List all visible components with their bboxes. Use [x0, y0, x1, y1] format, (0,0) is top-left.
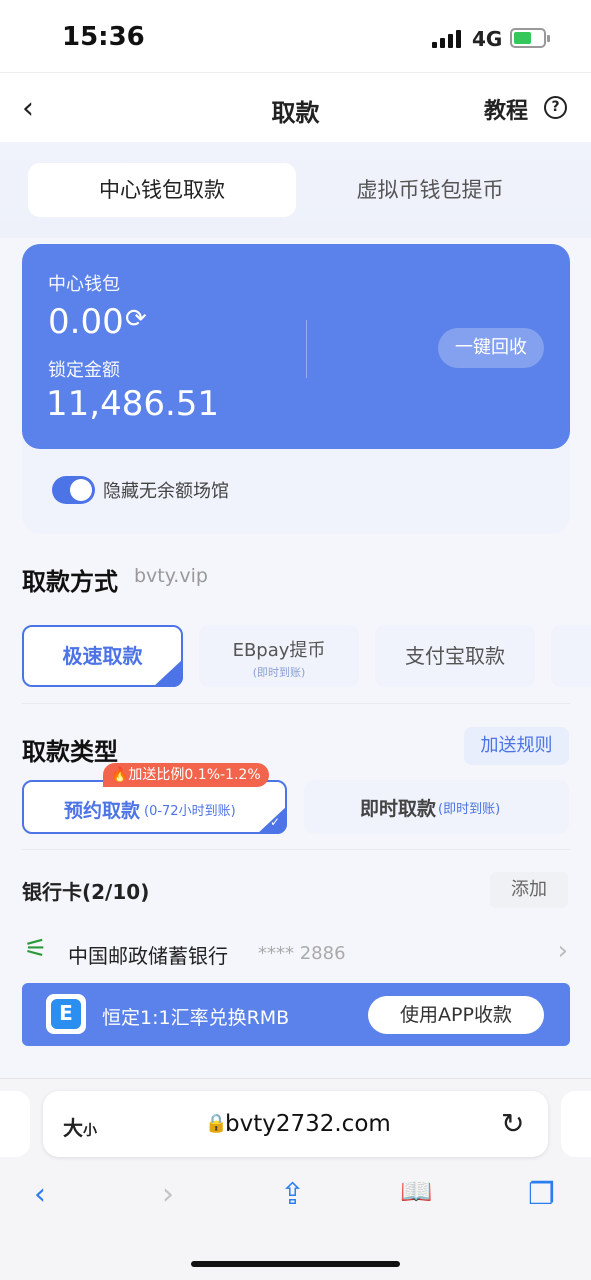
center-wallet-balance: 0.00 [48, 302, 124, 342]
browser-back-icon[interactable]: ‹ [34, 1177, 46, 1212]
method-ebpay[interactable]: EBpay提币 (即时到账) [199, 625, 359, 687]
battery-icon [510, 28, 550, 48]
use-app-button[interactable]: 使用APP收款 [368, 996, 544, 1034]
refresh-icon[interactable]: ⟳ [125, 304, 147, 334]
type-label: 预约取款 [64, 800, 141, 822]
wallet-divider [306, 320, 307, 378]
bonus-badge: 🔥加送比例0.1%-1.2% [103, 763, 269, 787]
app-promo-banner: E 恒定1:1汇率兑换RMB 使用APP收款 [22, 983, 570, 1046]
check-icon: ✓ [165, 646, 176, 660]
type-label: 即时取款 [360, 798, 437, 820]
bonus-rule-button[interactable]: 加送规则 [464, 727, 569, 765]
status-time: 15:36 [62, 22, 145, 52]
method-label: 支付宝取款 [405, 644, 505, 668]
prev-tab-peek[interactable] [0, 1091, 30, 1157]
check-icon: ✓ [269, 815, 280, 829]
browser-chrome: 大小 🔒 bvty2732.com ↻ ‹ › ⇪ 📖 ❐ [0, 1078, 591, 1280]
bank-name: 中国邮政储蓄银行 [68, 944, 228, 968]
locked-amount: 11,486.51 [46, 384, 220, 424]
home-indicator [191, 1261, 400, 1267]
nav-bar: ‹ 取款 教程 ? [0, 72, 591, 142]
browser-forward-icon[interactable]: › [162, 1177, 174, 1212]
status-bar: 15:36 4G [0, 0, 591, 72]
network-label: 4G [472, 27, 503, 51]
postal-bank-icon: ⚟ [24, 934, 48, 964]
promo-text: 恒定1:1汇率兑换RMB [102, 1007, 290, 1029]
method-fast[interactable]: 极速取款 ✓ [22, 625, 183, 687]
add-bank-button[interactable]: 添加 [490, 872, 568, 908]
help-icon[interactable]: ? [544, 96, 567, 119]
wallet-tabs: 中心钱包取款 虚拟币钱包提币 [0, 142, 591, 238]
method-section-subtitle: bvty.vip [134, 565, 208, 587]
next-tab-peek[interactable] [561, 1091, 591, 1157]
wallet-section: 中心钱包 0.00 ⟳ 锁定金额 11,486.51 一键回收 隐藏无余额场馆 [22, 244, 570, 534]
hide-empty-toggle-row[interactable]: 隐藏无余额场馆 [52, 476, 229, 504]
hide-empty-label: 隐藏无余额场馆 [103, 481, 229, 502]
bank-card-number: **** 2886 [258, 943, 346, 964]
recall-all-button[interactable]: 一键回收 [438, 328, 544, 368]
bank-card-title: 银行卡(2/10) [22, 880, 150, 904]
method-alipay[interactable]: 支付宝取款 [375, 625, 535, 687]
chevron-right-icon: › [557, 936, 568, 966]
reload-icon[interactable]: ↻ [501, 1107, 524, 1140]
tab-crypto-wallet[interactable]: 虚拟币钱包提币 [296, 163, 564, 217]
method-section-title: 取款方式 [22, 568, 118, 596]
text-size-button[interactable]: 大小 [63, 1112, 97, 1141]
share-icon[interactable]: ⇪ [280, 1177, 305, 1212]
type-scheduled[interactable]: 预约取款 (0-72小时到账) ✓ [22, 780, 287, 834]
tabs-icon[interactable]: ❐ [528, 1177, 555, 1212]
url-text[interactable]: bvty2732.com [225, 1111, 391, 1137]
locked-amount-label: 锁定金额 [48, 360, 120, 381]
type-instant[interactable]: 即时取款 (即时到账) [304, 780, 569, 834]
type-sub: (0-72小时到账) [144, 804, 236, 819]
address-bar[interactable]: 大小 🔒 bvty2732.com ↻ [43, 1091, 548, 1157]
bookmarks-icon[interactable]: 📖 [400, 1177, 432, 1207]
tab-center-wallet[interactable]: 中心钱包取款 [28, 163, 296, 217]
tutorial-link[interactable]: 教程 [484, 93, 528, 125]
signal-icon [432, 30, 461, 48]
method-sub: (即时到账) [252, 666, 306, 679]
type-section-title: 取款类型 [22, 738, 118, 766]
divider [22, 703, 570, 704]
bank-card-row[interactable]: ⚟ 中国邮政储蓄银行 **** 2886 › [22, 930, 570, 970]
type-sub: (即时到账) [438, 802, 501, 817]
wallet-card: 中心钱包 0.00 ⟳ 锁定金额 11,486.51 一键回收 [22, 244, 570, 449]
center-wallet-label: 中心钱包 [48, 274, 120, 295]
method-label: EBpay提币 [232, 640, 326, 661]
hide-empty-toggle[interactable] [52, 476, 95, 504]
method-more[interactable] [551, 625, 591, 687]
divider [22, 849, 570, 850]
app-logo-icon: E [46, 994, 86, 1034]
